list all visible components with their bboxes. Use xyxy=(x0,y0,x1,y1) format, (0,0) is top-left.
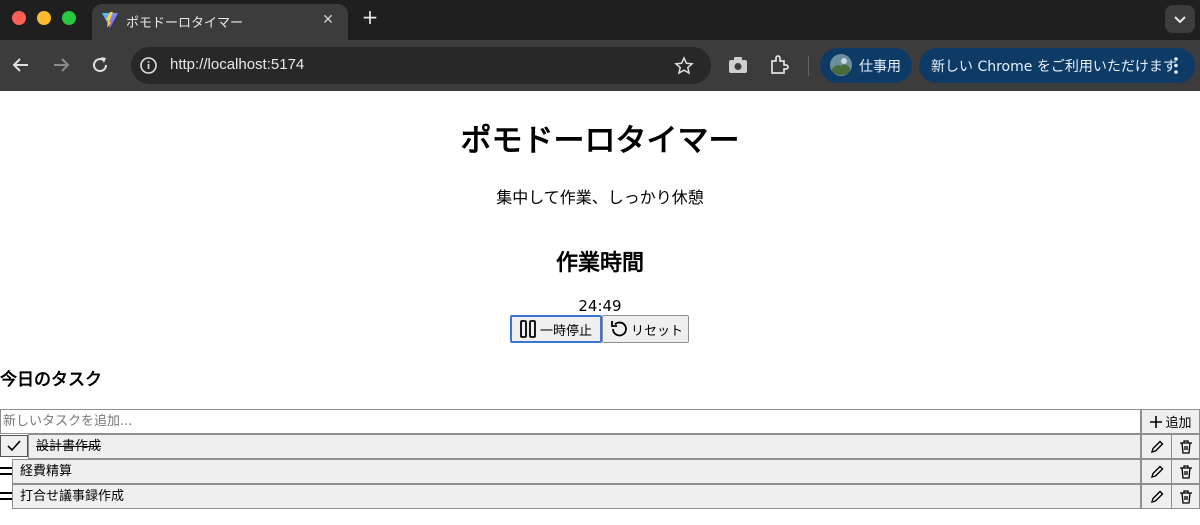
chevron-down-icon xyxy=(1174,16,1186,24)
pencil-icon xyxy=(1150,490,1163,503)
task-toggle-button[interactable] xyxy=(0,435,28,457)
trash-icon xyxy=(1179,489,1192,504)
vite-favicon-icon xyxy=(102,12,118,28)
camera-icon[interactable] xyxy=(728,56,748,74)
task-item: 設計書作成 xyxy=(0,434,1200,459)
address-bar[interactable]: http://localhost:5174 xyxy=(131,47,711,84)
trash-icon xyxy=(1179,464,1192,479)
task-label[interactable]: 経費精算 xyxy=(12,459,1141,484)
new-tab-button[interactable]: + xyxy=(358,6,382,30)
tab-search-button[interactable] xyxy=(1165,5,1195,33)
task-item: 打合せ議事録作成 xyxy=(0,484,1200,509)
edit-task-button[interactable] xyxy=(1141,459,1172,484)
url-text: http://localhost:5174 xyxy=(170,56,305,73)
plus-icon xyxy=(1150,415,1163,428)
window-close-button[interactable] xyxy=(12,11,26,25)
check-icon xyxy=(7,440,21,452)
profile-label: 仕事用 xyxy=(859,59,901,75)
tasks-heading: 今日のタスク xyxy=(0,370,102,390)
new-task-input[interactable] xyxy=(0,409,1141,434)
window-maximize-button[interactable] xyxy=(62,11,76,25)
pause-icon xyxy=(520,320,536,338)
pencil-icon xyxy=(1150,440,1163,453)
reset-icon xyxy=(611,321,627,337)
profile-button[interactable]: 仕事用 xyxy=(820,48,912,83)
delete-task-button[interactable] xyxy=(1171,434,1200,459)
window-minimize-button[interactable] xyxy=(37,11,51,25)
browser-tab-bar: ポモドーロタイマー ✕ + xyxy=(0,0,1200,40)
add-task-button[interactable]: 追加 xyxy=(1141,409,1200,434)
back-arrow-icon[interactable] xyxy=(9,53,33,77)
add-task-label: 追加 xyxy=(1165,416,1192,431)
more-vert-icon[interactable] xyxy=(1172,56,1180,75)
browser-toolbar: http://localhost:5174 仕事用 新しい Chrome をご利… xyxy=(0,40,1200,91)
edit-task-button[interactable] xyxy=(1141,434,1172,459)
tab-close-icon[interactable]: ✕ xyxy=(318,10,338,30)
delete-task-button[interactable] xyxy=(1171,484,1200,509)
trash-icon xyxy=(1179,439,1192,454)
pencil-icon xyxy=(1150,465,1163,478)
pause-button[interactable]: 一時停止 xyxy=(510,315,602,343)
delete-task-button[interactable] xyxy=(1171,459,1200,484)
browser-tab[interactable]: ポモドーロタイマー ✕ xyxy=(92,4,348,40)
site-info-icon[interactable] xyxy=(139,56,158,75)
extensions-puzzle-icon[interactable] xyxy=(768,54,790,76)
update-label: 新しい Chrome をご利用いただけます xyxy=(931,59,1177,75)
reset-button[interactable]: リセット xyxy=(602,315,689,343)
bookmark-star-icon[interactable] xyxy=(674,56,694,76)
tab-title: ポモドーロタイマー xyxy=(126,16,244,31)
pause-label: 一時停止 xyxy=(540,323,593,339)
profile-avatar-icon xyxy=(830,54,852,76)
drag-handle-icon[interactable] xyxy=(0,492,12,500)
edit-task-button[interactable] xyxy=(1141,484,1172,509)
chrome-update-button[interactable]: 新しい Chrome をご利用いただけます xyxy=(919,48,1195,83)
toolbar-separator xyxy=(808,56,809,76)
forward-arrow-icon[interactable] xyxy=(49,53,73,77)
app-subtitle: 集中して作業、しっかり休憩 xyxy=(496,188,704,207)
drag-handle-icon[interactable] xyxy=(0,467,12,475)
app-page: ポモドーロタイマー 集中して作業、しっかり休憩 作業時間 24:49 一時停止 … xyxy=(0,91,1200,525)
timer-display: 24:49 xyxy=(578,297,622,315)
task-label[interactable]: 打合せ議事録作成 xyxy=(12,484,1141,509)
task-label[interactable]: 設計書作成 xyxy=(28,434,1141,459)
app-title: ポモドーロタイマー xyxy=(460,123,740,159)
task-item: 経費精算 xyxy=(0,459,1200,484)
reset-label: リセット xyxy=(631,323,684,339)
timer-mode-title: 作業時間 xyxy=(555,251,644,276)
reload-icon[interactable] xyxy=(88,53,112,77)
